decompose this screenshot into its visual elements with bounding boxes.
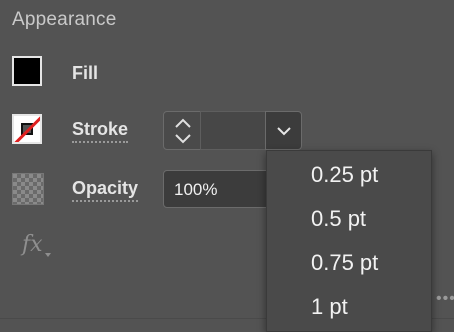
more-options-icon[interactable]: ••• <box>436 290 454 308</box>
dropdown-item[interactable]: 0.5 pt <box>311 206 366 232</box>
dropdown-item[interactable]: 0.25 pt <box>311 162 378 188</box>
transparency-checker-icon <box>12 173 44 205</box>
stroke-swatch[interactable] <box>12 114 42 144</box>
panel-title: Appearance <box>12 9 117 30</box>
dropdown-item[interactable]: 0.75 pt <box>311 250 378 276</box>
fill-swatch[interactable] <box>12 56 42 86</box>
stroke-weight-dropdown-menu: 0.25 pt 0.5 pt 0.75 pt 1 pt <box>266 150 432 332</box>
stroke-label[interactable]: Stroke <box>72 119 129 143</box>
fill-label: Fill <box>72 63 98 83</box>
fx-effects-icon[interactable]: fx <box>22 232 43 257</box>
stroke-weight-dropdown-button[interactable] <box>265 111 302 150</box>
fx-caret-icon <box>45 253 51 257</box>
dropdown-item[interactable]: 1 pt <box>311 294 348 320</box>
chevron-down-icon <box>277 127 291 136</box>
appearance-panel: Appearance Fill Stroke Opacity 100% fx •… <box>0 0 454 332</box>
stroke-weight-stepper[interactable] <box>163 111 201 150</box>
opacity-input[interactable]: 100% <box>163 170 273 208</box>
none-slash-icon <box>14 116 40 142</box>
up-down-stepper-icon <box>175 118 191 144</box>
opacity-label[interactable]: Opacity <box>72 178 139 202</box>
stroke-weight-input[interactable] <box>200 111 266 150</box>
